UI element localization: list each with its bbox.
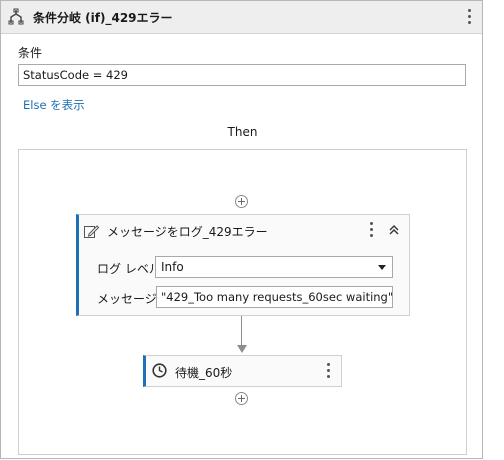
flow-connector: [241, 316, 242, 347]
flow-arrow-head: [237, 345, 247, 353]
chevron-down-icon: [378, 265, 386, 270]
add-activity-bottom-icon[interactable]: [235, 392, 248, 405]
log-level-value: Info: [161, 260, 184, 274]
collapse-chevron-icon[interactable]: [387, 223, 401, 237]
condition-label: 条件: [18, 46, 43, 60]
log-level-select[interactable]: Info: [155, 256, 393, 278]
delay-activity[interactable]: [143, 355, 342, 387]
message-label: メッセージ: [97, 292, 157, 306]
log-activity-more-menu-icon[interactable]: [368, 222, 374, 240]
delay-activity-more-menu-icon[interactable]: [325, 363, 331, 381]
if-activity-container: 条件分岐 (if)_429エラー 条件 StatusCode = 429 Els…: [0, 0, 483, 459]
log-message-icon: [84, 225, 99, 238]
condition-input[interactable]: StatusCode = 429: [18, 64, 466, 86]
delay-activity-title: 待機_60秒: [175, 366, 233, 380]
activity-title: 条件分岐 (if)_429エラー: [33, 11, 173, 25]
show-else-link[interactable]: Else を表示: [23, 97, 85, 113]
log-activity-title: メッセージをログ_429エラー: [107, 225, 268, 239]
message-input[interactable]: "429_Too many requests_60sec waiting": [156, 286, 393, 308]
clock-icon: [152, 363, 167, 378]
header-more-menu-icon[interactable]: [466, 9, 472, 27]
log-level-label: ログ レベル: [97, 262, 161, 276]
activity-header[interactable]: 条件分岐 (if)_429エラー: [1, 1, 482, 34]
if-branch-icon: [8, 8, 24, 25]
add-activity-top-icon[interactable]: [235, 195, 248, 208]
then-label: Then: [227, 125, 258, 139]
